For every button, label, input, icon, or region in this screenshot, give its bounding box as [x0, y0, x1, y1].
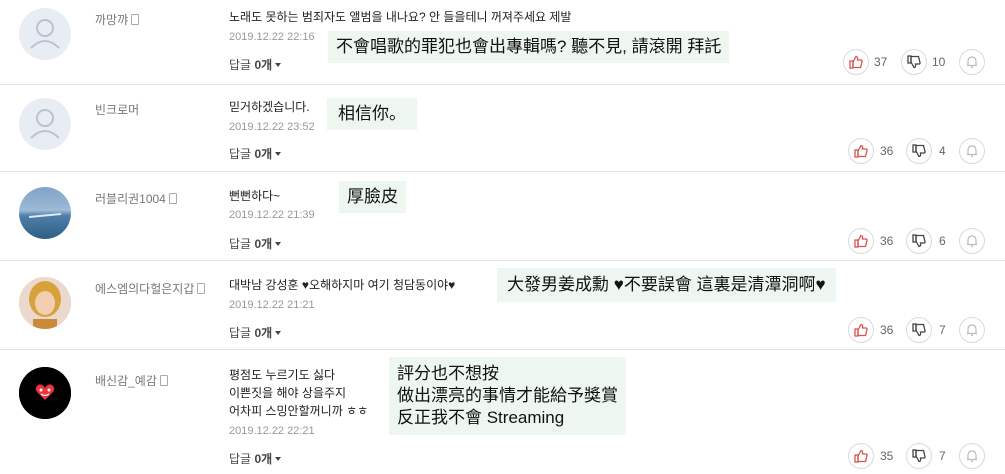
thumbs-up-icon	[849, 55, 863, 69]
dislike-count: 4	[939, 144, 946, 158]
comment-body: 믿거하겠습니다.	[229, 100, 310, 114]
dislike-count: 7	[939, 449, 946, 463]
dislike-button[interactable]	[906, 138, 932, 164]
caret-down-icon	[275, 63, 282, 67]
reply-toggle-button[interactable]: 답글 0개	[229, 324, 282, 341]
caret-down-icon	[275, 152, 282, 156]
mobile-phone-icon	[197, 283, 206, 294]
bell-icon	[967, 450, 977, 463]
comment-date: 2019.12.22 21:39	[229, 209, 315, 221]
comment-nickname[interactable]: 러블리권1004	[95, 190, 177, 207]
mobile-phone-icon	[159, 375, 168, 386]
like-count: 36	[880, 234, 894, 248]
like-count: 36	[880, 323, 894, 337]
caret-down-icon	[275, 457, 282, 461]
comment-nickname[interactable]: 까망꺄	[95, 11, 140, 28]
bell-icon	[967, 145, 977, 158]
translation-box: 不會唱歌的罪犯也會出專輯嗎? 聽不見, 請滾開 拜託	[328, 31, 730, 63]
thumbs-down-icon	[912, 449, 926, 463]
like-button[interactable]	[848, 443, 874, 469]
like-count: 36	[880, 144, 894, 158]
comment-date: 2019.12.22 22:21	[229, 425, 315, 437]
thumbs-down-icon	[912, 144, 926, 158]
default-user-icon	[30, 109, 60, 139]
avatar[interactable]	[19, 98, 71, 150]
report-button[interactable]	[959, 49, 985, 75]
thumbs-down-icon	[912, 323, 926, 337]
profile-photo	[19, 277, 71, 329]
comment-body: 뻔뻔하다~	[229, 189, 281, 203]
avatar[interactable]	[19, 8, 71, 60]
like-count: 37	[874, 55, 888, 69]
avatar[interactable]	[19, 187, 71, 239]
comment-body: 평점도 누르기도 싫다 이쁜짓을 해야 상을주지 어차피 스밍안할꺼니까 ㅎㅎ	[229, 368, 369, 418]
dislike-button[interactable]	[901, 49, 927, 75]
comment-nickname[interactable]: 에스엠의다헐은지갑	[95, 280, 206, 297]
thumbs-down-icon	[912, 234, 926, 248]
bell-icon	[967, 235, 977, 248]
avatar[interactable]	[19, 367, 71, 419]
comment-body: 노래도 못하는 범죄자도 앨범을 내나요? 안 들을테니 꺼져주세요 제발	[229, 10, 572, 24]
sea-photo	[28, 213, 62, 218]
default-user-icon	[30, 19, 60, 49]
comment-item: 러블리권1004 뻔뻔하다~ 2019.12.22 21:39 답글 0개 厚臉…	[0, 172, 1005, 260]
caret-down-icon	[275, 331, 282, 335]
dislike-count: 6	[939, 234, 946, 248]
translation-box: 厚臉皮	[339, 181, 406, 213]
dislike-count: 10	[932, 55, 946, 69]
dislike-button[interactable]	[906, 228, 932, 254]
like-count: 35	[880, 449, 894, 463]
translation-box: 評分也不想按 做出漂亮的事情才能給予獎賞 反正我不會 Streaming	[389, 357, 626, 435]
thumbs-up-icon	[854, 234, 868, 248]
thumbs-down-icon	[907, 55, 921, 69]
comment-date: 2019.12.22 23:52	[229, 121, 315, 133]
like-button[interactable]	[848, 317, 874, 343]
translation-box: 相信你。	[327, 98, 417, 130]
comment-item: 빈크로머 믿거하겠습니다. 2019.12.22 23:52 답글 0개 相信你…	[0, 85, 1005, 171]
translation-box: 大發男姜成勳 ♥不要誤會 這裏是清潭洞啊♥	[497, 268, 836, 302]
mobile-phone-icon	[131, 14, 140, 25]
caret-down-icon	[275, 242, 282, 246]
comment-nickname[interactable]: 빈크로머	[95, 101, 139, 118]
dislike-button[interactable]	[906, 443, 932, 469]
comment-item: 배신감_예감 평점도 누르기도 싫다 이쁜짓을 해야 상을주지 어차피 스밍안할…	[0, 350, 1005, 474]
comment-nickname[interactable]: 배신감_예감	[95, 372, 168, 389]
like-button[interactable]	[843, 49, 869, 75]
thumbs-up-icon	[854, 323, 868, 337]
reply-toggle-button[interactable]: 답글 0개	[229, 145, 282, 162]
thumbs-up-icon	[854, 144, 868, 158]
comment-item: 에스엠의다헐은지갑 대박남 강성훈 ♥오해하지마 여기 청담동이야♥ 2019.…	[0, 261, 1005, 349]
thumbs-up-icon	[854, 449, 868, 463]
dislike-button[interactable]	[906, 317, 932, 343]
comment-date: 2019.12.22 22:16	[229, 31, 315, 43]
report-button[interactable]	[959, 317, 985, 343]
bell-icon	[967, 56, 977, 69]
report-button[interactable]	[959, 138, 985, 164]
report-button[interactable]	[959, 228, 985, 254]
reply-toggle-button[interactable]: 답글 0개	[229, 235, 282, 252]
logo-image	[19, 367, 71, 419]
bell-icon	[967, 324, 977, 337]
comment-date: 2019.12.22 21:21	[229, 299, 315, 311]
comment-body: 대박남 강성훈 ♥오해하지마 여기 청담동이야♥	[229, 278, 456, 292]
mobile-phone-icon	[168, 193, 177, 204]
like-button[interactable]	[848, 138, 874, 164]
avatar[interactable]	[19, 277, 71, 329]
report-button[interactable]	[959, 443, 985, 469]
dislike-count: 7	[939, 323, 946, 337]
reply-toggle-button[interactable]: 답글 0개	[229, 450, 282, 467]
like-button[interactable]	[848, 228, 874, 254]
reply-toggle-button[interactable]: 답글 0개	[229, 56, 282, 73]
comment-item: 까망꺄 노래도 못하는 범죄자도 앨범을 내나요? 안 들을테니 꺼져주세요 제…	[0, 0, 1005, 84]
